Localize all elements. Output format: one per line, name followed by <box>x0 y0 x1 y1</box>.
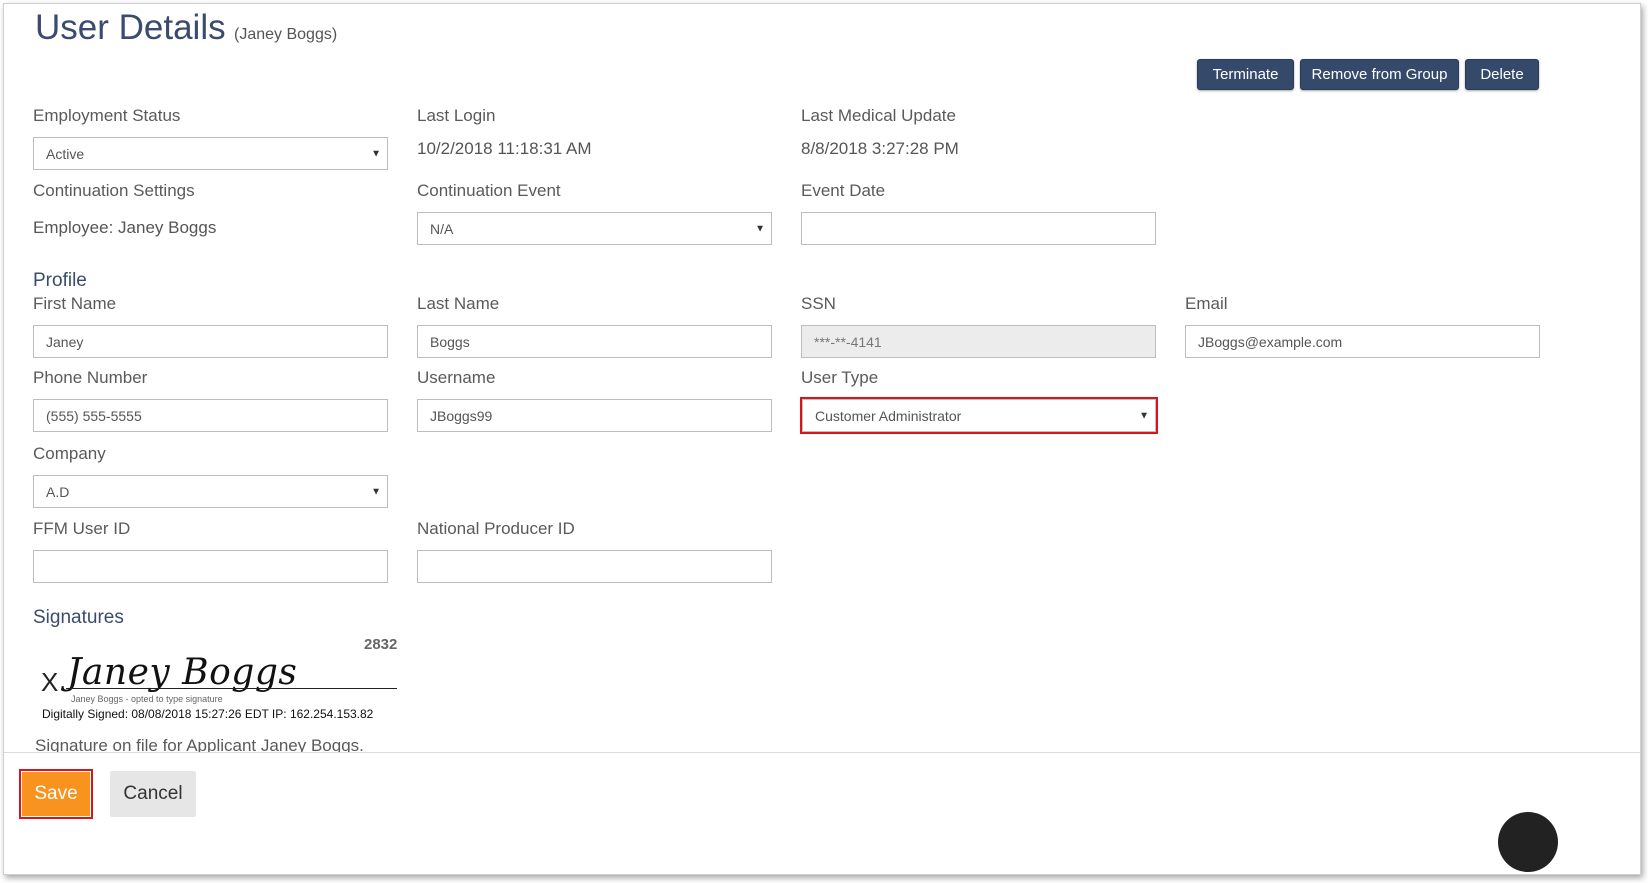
continuation-event-select[interactable]: N/A ▼ <box>417 212 772 245</box>
company-select[interactable]: A.D ▼ <box>33 475 388 508</box>
employment-status-select[interactable]: Active ▼ <box>33 137 388 170</box>
ssn-input: ***-**-4141 <box>801 325 1156 358</box>
national-producer-id-label: National Producer ID <box>417 519 575 538</box>
profile-section-title: Profile <box>33 270 87 291</box>
chevron-down-icon: ▼ <box>1139 410 1149 421</box>
phone-number-label: Phone Number <box>33 368 148 387</box>
chevron-down-icon: ▼ <box>371 486 381 497</box>
remove-from-group-button[interactable]: Remove from Group <box>1300 59 1459 90</box>
user-details-panel: User Details (Janey Boggs) Terminate Rem… <box>3 3 1641 875</box>
phone-number-input[interactable]: (555) 555-5555 <box>33 399 388 432</box>
ffm-user-id-label: FFM User ID <box>33 519 131 538</box>
employment-status-value: Active <box>46 145 85 162</box>
company-value: A.D <box>46 483 70 500</box>
event-date-label: Event Date <box>801 181 886 200</box>
page-title: User Details <box>35 8 226 47</box>
signatures-section-title: Signatures <box>33 607 124 628</box>
page-subtitle: (Janey Boggs) <box>234 26 338 43</box>
ffm-user-id-input[interactable] <box>33 550 388 583</box>
delete-button[interactable]: Delete <box>1465 59 1539 90</box>
last-login-value: 10/2/2018 11:18:31 AM <box>417 139 592 158</box>
employment-status-label: Employment Status <box>33 106 181 125</box>
event-date-input[interactable] <box>801 212 1156 245</box>
signature-image: Janey Boggs <box>67 652 298 693</box>
form-footer <box>4 752 1640 874</box>
first-name-input[interactable]: Janey <box>33 325 388 358</box>
chevron-down-icon: ▼ <box>755 223 765 234</box>
terminate-button[interactable]: Terminate <box>1197 59 1294 90</box>
username-label: Username <box>417 368 496 387</box>
last-login-label: Last Login <box>417 106 496 125</box>
continuation-event-label: Continuation Event <box>417 181 561 200</box>
signature-digital-meta: Digitally Signed: 08/08/2018 15:27:26 ED… <box>42 707 374 721</box>
continuation-settings-value: Employee: Janey Boggs <box>33 218 217 237</box>
email-label: Email <box>1185 294 1228 313</box>
user-type-label: User Type <box>801 368 879 387</box>
user-type-value: Customer Administrator <box>815 407 962 424</box>
national-producer-id-input[interactable] <box>417 550 772 583</box>
signature-line <box>66 688 397 689</box>
signature-number: 2832 <box>364 636 398 653</box>
save-button[interactable]: Save <box>19 769 93 819</box>
username-input[interactable]: JBoggs99 <box>417 399 772 432</box>
cancel-button[interactable]: Cancel <box>110 771 196 817</box>
signature-caption: Janey Boggs - opted to type signature <box>71 694 223 704</box>
last-name-input[interactable]: Boggs <box>417 325 772 358</box>
last-medical-update-value: 8/8/2018 3:27:28 PM <box>801 139 959 158</box>
continuation-settings-label: Continuation Settings <box>33 181 195 200</box>
chat-widget-icon[interactable] <box>1498 812 1558 872</box>
continuation-event-value: N/A <box>430 220 454 237</box>
last-name-label: Last Name <box>417 294 500 313</box>
last-medical-update-label: Last Medical Update <box>801 106 956 125</box>
company-label: Company <box>33 444 106 463</box>
email-input[interactable]: JBoggs@example.com <box>1185 325 1540 358</box>
user-type-select[interactable]: Customer Administrator ▼ <box>800 397 1158 434</box>
first-name-label: First Name <box>33 294 117 313</box>
ssn-label: SSN <box>801 294 836 313</box>
signature-x-mark: X <box>41 667 59 697</box>
chevron-down-icon: ▼ <box>371 148 381 159</box>
